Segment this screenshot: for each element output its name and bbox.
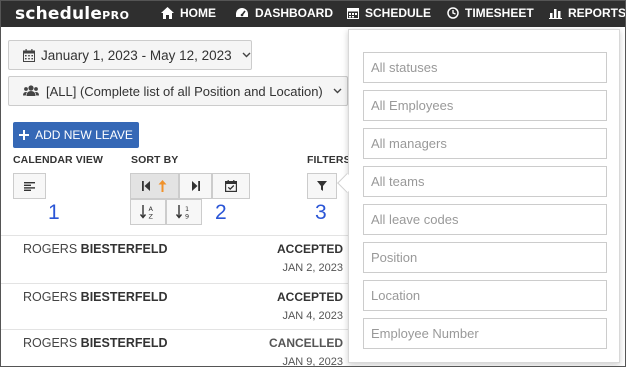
leave-status: ACCEPTED: [276, 242, 343, 256]
leave-status: ACCEPTED: [276, 290, 343, 304]
nav-reports[interactable]: REPORTS: [549, 6, 626, 20]
add-new-leave-label: ADD NEW LEAVE: [35, 128, 133, 142]
date-range-dropdown[interactable]: January 1, 2023 - May 12, 2023: [8, 40, 252, 70]
sort-ascending-arrow-icon: [158, 180, 167, 192]
list-view-button[interactable]: [13, 173, 46, 199]
sort-by-date-button[interactable]: [212, 173, 250, 199]
leave-status: CANCELLED: [269, 336, 343, 350]
date-range-label: January 1, 2023 - May 12, 2023: [41, 47, 232, 63]
clock-icon: [447, 7, 459, 19]
calendar-check-icon: [225, 180, 237, 192]
chevron-down-icon: [333, 88, 342, 94]
employee-name: ROGERS BIESTERFELD: [23, 242, 168, 256]
employee-number-filter[interactable]: Employee Number: [363, 318, 607, 349]
svg-text:Z: Z: [149, 213, 154, 220]
dashboard-icon: [236, 8, 248, 17]
leave-date: JAN 9, 2023: [282, 356, 343, 367]
nav-dashboard-label: DASHBOARD: [255, 6, 333, 20]
nav-home-label: HOME: [180, 6, 216, 20]
sort-first-button[interactable]: [130, 173, 179, 199]
annotation-2: 2: [215, 201, 227, 224]
plus-icon: [19, 130, 30, 140]
nav-timesheet[interactable]: TIMESHEET: [447, 6, 534, 20]
scope-label: [ALL] (Complete list of all Position and…: [46, 83, 323, 99]
list-icon: [24, 181, 35, 191]
nav-dashboard[interactable]: DASHBOARD: [235, 6, 333, 20]
filters-popover: All statuses All Employees All managers …: [348, 29, 620, 363]
employee-filter[interactable]: All Employees: [363, 90, 607, 121]
users-icon: [23, 85, 39, 96]
scope-dropdown[interactable]: [ALL] (Complete list of all Position and…: [8, 76, 348, 106]
home-icon: [161, 7, 174, 19]
svg-text:9: 9: [185, 213, 189, 220]
leave-date: JAN 2, 2023: [282, 262, 343, 274]
add-new-leave-button[interactable]: ADD NEW LEAVE: [13, 122, 139, 148]
employee-name: ROGERS BIESTERFELD: [23, 336, 168, 350]
nav-timesheet-label: TIMESHEET: [465, 6, 534, 20]
annotation-1: 1: [48, 201, 60, 224]
nav-home[interactable]: HOME: [161, 6, 216, 20]
leave-row[interactable]: ROGERS BIESTERFELD ACCEPTED JAN 4, 2023: [1, 283, 351, 329]
team-filter[interactable]: All teams: [363, 166, 607, 197]
chevron-down-icon: [242, 52, 251, 58]
leave-row[interactable]: ROGERS BIESTERFELD ACCEPTED JAN 2, 2023: [1, 235, 351, 281]
nav-reports-label: REPORTS: [568, 6, 626, 20]
filters-label: FILTERS: [307, 154, 351, 166]
step-backward-icon: [142, 181, 150, 191]
nav-schedule-label: SCHEDULE: [365, 6, 432, 20]
leave-row[interactable]: ROGERS BIESTERFELD CANCELLED JAN 9, 2023: [1, 329, 351, 367]
calendar-view-label: CALENDAR VIEW: [13, 154, 103, 166]
sort-last-button[interactable]: [179, 173, 212, 199]
calendar-icon: [23, 48, 35, 62]
logo-text: schedule: [15, 4, 103, 24]
bar-chart-icon: [549, 9, 562, 19]
sort-numeric-button[interactable]: 19: [166, 199, 202, 225]
position-filter[interactable]: Position: [363, 242, 607, 273]
location-filter[interactable]: Location: [363, 280, 607, 311]
sort-alpha-button[interactable]: AZ: [130, 199, 166, 225]
leave-date: JAN 4, 2023: [282, 310, 343, 322]
step-forward-icon: [192, 181, 200, 191]
annotation-3: 3: [315, 201, 327, 224]
top-navbar: schedulePRO HOME DASHBOARD SCHEDULE TIME…: [1, 1, 626, 27]
manager-filter[interactable]: All managers: [363, 128, 607, 159]
filter-icon: [317, 181, 327, 191]
sort-by-label: SORT BY: [131, 154, 179, 166]
sort-alpha-icon: AZ: [140, 205, 154, 220]
app-logo[interactable]: schedulePRO: [15, 3, 129, 27]
status-filter[interactable]: All statuses: [363, 52, 607, 83]
employee-name: ROGERS BIESTERFELD: [23, 290, 168, 304]
leave-code-filter[interactable]: All leave codes: [363, 204, 607, 235]
logo-suffix: PRO: [102, 9, 130, 22]
filter-toggle-button[interactable]: [307, 173, 337, 199]
nav-schedule[interactable]: SCHEDULE: [347, 6, 431, 20]
calendar-icon: [347, 8, 359, 19]
sort-numeric-icon: 19: [176, 205, 189, 220]
app-frame: schedulePRO HOME DASHBOARD SCHEDULE TIME…: [0, 0, 626, 367]
